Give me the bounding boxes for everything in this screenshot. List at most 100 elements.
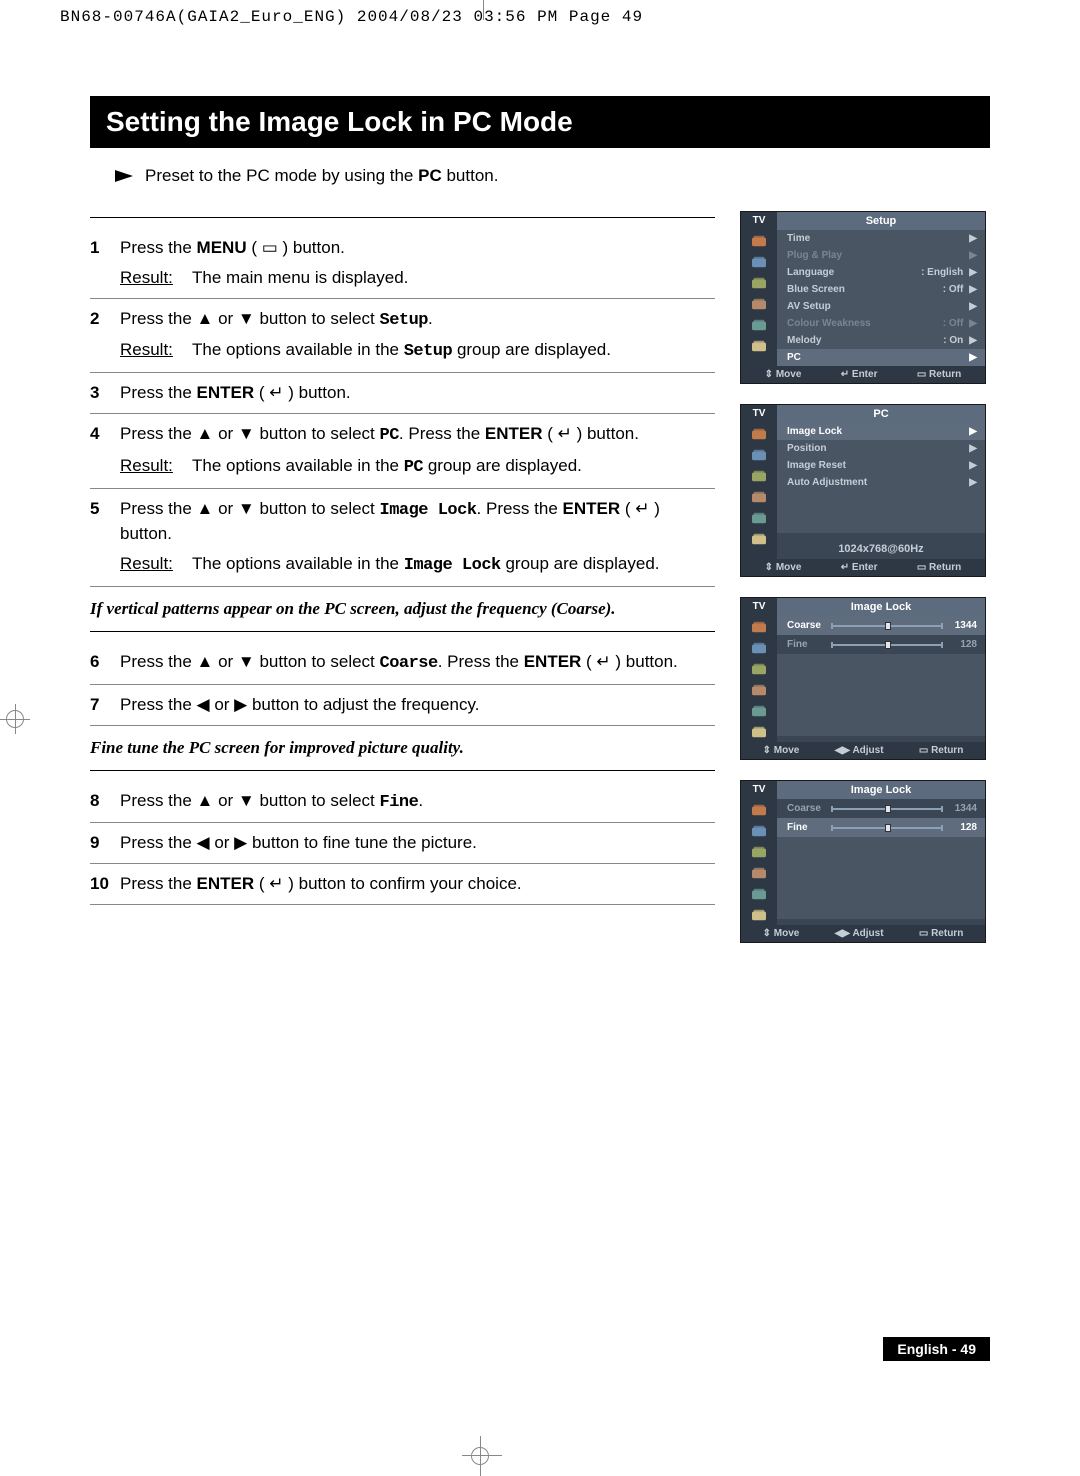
step-number: 10 [90,872,120,896]
osd-category-icon [741,616,777,637]
osd-category-icon [741,230,777,251]
osd-category-icon [741,272,777,293]
step-number: 4 [90,422,120,480]
title-frame: Setting the Image Lock in PC Mode [90,96,990,148]
osd-category-icon [741,799,777,820]
osd-title: Image Lock [777,598,985,616]
osd-footer-hint: ◀▶ Adjust [835,928,884,939]
instructions-column: 1Press the MENU ( ▭ ) button.Result:The … [90,211,715,963]
step-number: 8 [90,789,120,815]
osd-category-icon [741,658,777,679]
osd-category-icon [741,314,777,335]
osd-footer: ⇕ Move ↵ Enter ▭ Return [741,366,985,383]
osd-tv-label: TV [741,212,777,230]
osd-menu-item: Auto Adjustment▶ [777,474,985,491]
osd-category-icon [741,820,777,841]
osd-footer-hint: ▭ Return [917,562,961,573]
step-number: 5 [90,497,120,578]
osd-menu-item: Time▶ [777,230,985,247]
osd-tv-label: TV [741,598,777,616]
step-number: 7 [90,693,120,717]
preset-note: Preset to the PC mode by using the PC bu… [115,166,990,186]
osd-menu-item: Melody: On▶ [777,332,985,349]
osd-menu-item: Language: English▶ [777,264,985,281]
osd-category-icon [741,679,777,700]
osd-menu-item: Position▶ [777,440,985,457]
osd-title: Image Lock [777,781,985,799]
arrow-icon [115,170,133,182]
osd-panel: TVImage LockCoarse1344Fine128 ⇕ Move ◀▶ Ad… [740,780,986,943]
step-row: 9Press the ◀ or ▶ button to fine tune th… [90,823,715,864]
step-number: 9 [90,831,120,855]
step-row: 2Press the ▲ or ▼ button to select Setup… [90,299,715,374]
step-number: 3 [90,381,120,405]
osd-category-icon [741,335,777,356]
osd-tv-label: TV [741,405,777,423]
step-number: 6 [90,650,120,676]
osd-tv-label: TV [741,781,777,799]
osd-menu-item: Image Reset▶ [777,457,985,474]
osd-panel: TVPCImage Lock▶Position▶Image Reset▶Auto… [740,404,986,577]
osd-footer: ⇕ Move ↵ Enter ▭ Return [741,559,985,576]
crop-mark-bottom-c [471,1447,489,1465]
step-row: 8Press the ▲ or ▼ button to select Fine. [90,781,715,824]
osd-slider-row: Coarse1344 [777,616,985,635]
osd-footer: ⇕ Move ◀▶ Adjust ▭ Return [741,742,985,759]
osd-footer-hint: ⇕ Move [763,928,800,939]
step-number: 2 [90,307,120,365]
osd-panel: TVSetupTime▶Plug & Play▶Language: Englis… [740,211,986,384]
osd-category-icon [741,423,777,444]
osd-panel: TVImage LockCoarse1344Fine128 ⇕ Move ◀▶ Ad… [740,597,986,760]
osd-category-icon [741,862,777,883]
osd-footer-hint: ↵ Enter [841,562,878,573]
page-title: Setting the Image Lock in PC Mode [91,97,989,147]
osd-category-icon [741,507,777,528]
italic-note-2: Fine tune the PC screen for improved pic… [90,726,715,764]
osd-menu-item: Plug & Play▶ [777,247,985,264]
osd-footer-hint: ◀▶ Adjust [835,745,884,756]
osd-menu-item: Colour Weakness: Off▶ [777,315,985,332]
osd-category-icon [741,486,777,507]
step-row: 3Press the ENTER ( ↵ ) button. [90,373,715,414]
osd-footer-hint: ⇕ Move [763,745,800,756]
doc-header: BN68-00746A(GAIA2_Euro_ENG) 2004/08/23 0… [0,0,1080,26]
step-row: 10Press the ENTER ( ↵ ) button to confir… [90,864,715,905]
osd-column: TVSetupTime▶Plug & Play▶Language: Englis… [740,211,990,963]
osd-title: Setup [777,212,985,230]
osd-category-icon [741,444,777,465]
osd-menu-item: Image Lock▶ [777,423,985,440]
osd-slider-row: Fine128 [777,818,985,837]
step-number: 1 [90,236,120,290]
crop-mark-top [465,0,505,30]
osd-footer: ⇕ Move ◀▶ Adjust ▭ Return [741,925,985,942]
osd-category-icon [741,700,777,721]
osd-footer-hint: ▭ Return [919,928,963,939]
osd-slider-row: Coarse1344 [777,799,985,818]
osd-footer-hint: ⇕ Move [765,562,802,573]
step-row: 5Press the ▲ or ▼ button to select Image… [90,489,715,587]
osd-footer-hint: ↵ Enter [841,369,878,380]
osd-category-icon [741,528,777,549]
osd-footer-hint: ▭ Return [919,745,963,756]
osd-menu-item: PC▶ [777,349,985,366]
osd-menu-item: Blue Screen: Off▶ [777,281,985,298]
osd-category-icon [741,904,777,925]
page-number: English - 49 [883,1337,990,1361]
osd-category-icon [741,841,777,862]
step-row: 4Press the ▲ or ▼ button to select PC. P… [90,414,715,489]
osd-category-icon [741,465,777,486]
osd-slider-row: Fine128 [777,635,985,654]
osd-category-icon [741,637,777,658]
step-row: 6Press the ▲ or ▼ button to select Coars… [90,642,715,685]
osd-footer-hint: ⇕ Move [765,369,802,380]
step-row: 7Press the ◀ or ▶ button to adjust the f… [90,685,715,726]
osd-menu-item: AV Setup▶ [777,298,985,315]
osd-category-icon [741,883,777,904]
osd-category-icon [741,293,777,314]
step-row: 1Press the MENU ( ▭ ) button.Result:The … [90,228,715,299]
osd-category-icon [741,721,777,742]
osd-category-icon [741,251,777,272]
italic-note-1: If vertical patterns appear on the PC sc… [90,587,715,625]
osd-resolution: 1024x768@60Hz [777,533,985,559]
osd-footer-hint: ▭ Return [917,369,961,380]
